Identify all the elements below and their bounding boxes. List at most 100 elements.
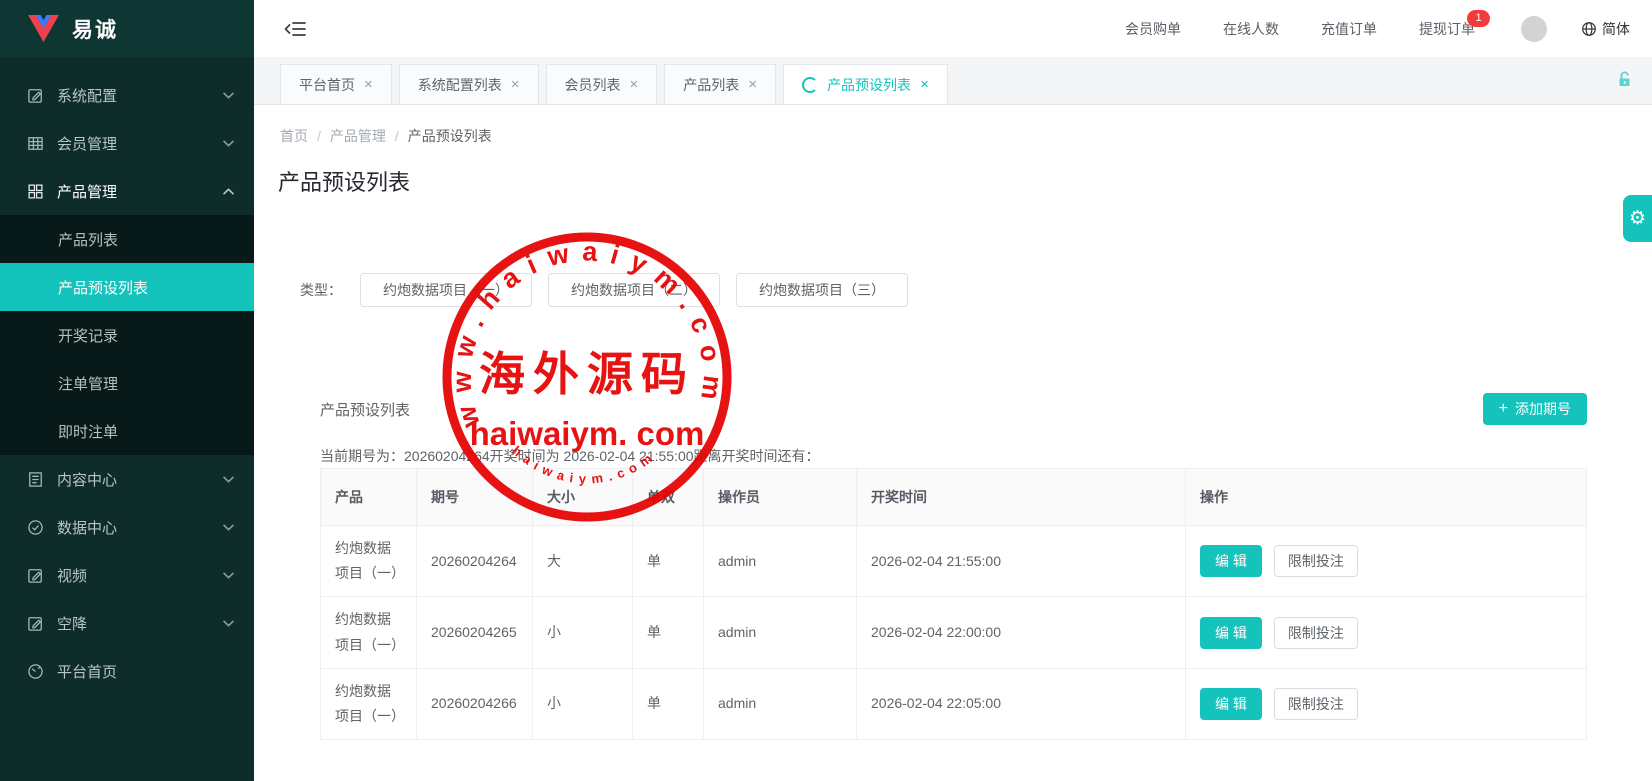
edit-button[interactable]: 编 辑 <box>1200 617 1262 649</box>
refresh-icon[interactable] <box>802 77 818 93</box>
dashboard-icon <box>26 663 44 680</box>
edit-button[interactable]: 编 辑 <box>1200 688 1262 720</box>
table-icon <box>26 135 44 152</box>
topbar-link-提现订单[interactable]: 提现订单1 <box>1419 19 1475 39</box>
issue-cell: 20260204264 <box>417 526 533 597</box>
sidebar-item-会员管理[interactable]: 会员管理 <box>0 119 254 167</box>
size-cell: 小 <box>533 668 633 739</box>
sidebar-item-label: 平台首页 <box>57 661 117 682</box>
tab-系统配置列表[interactable]: 系统配置列表× <box>399 64 539 104</box>
circle-check-icon <box>26 519 44 536</box>
lock-open-icon[interactable] <box>1615 70 1634 89</box>
grid-icon <box>26 183 44 200</box>
tab-产品预设列表[interactable]: 产品预设列表× <box>783 64 948 104</box>
column-header-产品: 产品 <box>321 469 417 526</box>
close-icon[interactable]: × <box>364 77 373 92</box>
notification-badge: 1 <box>1467 10 1490 27</box>
card-title: 产品预设列表 <box>320 399 410 420</box>
breadcrumb-item-首页[interactable]: 首页 <box>280 126 308 146</box>
sidebar-item-label: 视频 <box>57 565 87 586</box>
topbar-link-在线人数[interactable]: 在线人数 <box>1223 19 1279 39</box>
sidebar-submenu: 产品列表产品预设列表开奖记录注单管理即时注单 <box>0 215 254 455</box>
table-header-row: 产品期号大小单双操作员开奖时间操作 <box>321 469 1587 526</box>
sidebar-subitem-label: 注单管理 <box>58 373 118 394</box>
preset-table-wrap: 产品期号大小单双操作员开奖时间操作 约炮数据项目（一）20260204264大单… <box>320 468 1586 740</box>
chevron-down-icon <box>223 92 234 99</box>
limit-bet-button[interactable]: 限制投注 <box>1274 688 1358 720</box>
time-cell: 2026-02-04 21:55:00 <box>857 526 1186 597</box>
add-issue-button[interactable]: + 添加期号 <box>1483 393 1587 425</box>
sidebar-item-系统配置[interactable]: 系统配置 <box>0 71 254 119</box>
issue-cell: 20260204265 <box>417 597 533 668</box>
topbar-link-会员购单[interactable]: 会员购单 <box>1125 19 1181 39</box>
topbar-links: 会员购单 在线人数 充值订单 提现订单1 <box>1083 19 1475 39</box>
edit-square-icon <box>26 567 44 584</box>
actions-cell: 编 辑限制投注 <box>1186 597 1587 668</box>
type-option-button[interactable]: 约炮数据项目（二） <box>548 273 720 307</box>
language-label: 简体 <box>1602 19 1630 39</box>
time-cell: 2026-02-04 22:05:00 <box>857 668 1186 739</box>
type-option-button[interactable]: 约炮数据项目（三） <box>736 273 908 307</box>
product-cell: 约炮数据项目（一） <box>321 668 417 739</box>
column-header-操作: 操作 <box>1186 469 1587 526</box>
sidebar-menu: 系统配置会员管理产品管理产品列表产品预设列表开奖记录注单管理即时注单内容中心数据… <box>0 57 254 781</box>
column-header-操作员: 操作员 <box>704 469 857 526</box>
tab-label: 会员列表 <box>565 75 621 95</box>
column-header-期号: 期号 <box>417 469 533 526</box>
sidebar-subitem-label: 开奖记录 <box>58 325 118 346</box>
breadcrumb-item-产品预设列表: 产品预设列表 <box>408 126 492 146</box>
add-issue-label: 添加期号 <box>1515 399 1571 419</box>
sidebar-item-label: 内容中心 <box>57 469 117 490</box>
page-title: 产品预设列表 <box>278 165 410 197</box>
sidebar-subitem-label: 产品预设列表 <box>58 277 148 298</box>
sidebar-item-数据中心[interactable]: 数据中心 <box>0 503 254 551</box>
sidebar-subitem-开奖记录[interactable]: 开奖记录 <box>0 311 254 359</box>
brand-logo: 易诚 <box>0 0 254 57</box>
sidebar-item-label: 系统配置 <box>57 85 117 106</box>
language-switch[interactable]: 简体 <box>1581 19 1630 39</box>
breadcrumb-item-产品管理[interactable]: 产品管理 <box>330 126 386 146</box>
type-option-button[interactable]: 约炮数据项目（一） <box>360 273 532 307</box>
sidebar-subitem-产品预设列表[interactable]: 产品预设列表 <box>0 263 254 311</box>
type-filter-label: 类型： <box>300 280 342 300</box>
sidebar: 易诚 系统配置会员管理产品管理产品列表产品预设列表开奖记录注单管理即时注单内容中… <box>0 0 254 781</box>
sidebar-collapse-icon[interactable] <box>284 19 307 39</box>
sidebar-item-平台首页[interactable]: 平台首页 <box>0 647 254 695</box>
issue-cell: 20260204266 <box>417 668 533 739</box>
sidebar-subitem-即时注单[interactable]: 即时注单 <box>0 407 254 455</box>
breadcrumb: 首页/产品管理/产品预设列表 <box>280 126 492 146</box>
settings-fab[interactable]: ⚙ <box>1623 195 1652 242</box>
parity-cell: 单 <box>633 597 704 668</box>
edit-button[interactable]: 编 辑 <box>1200 545 1262 577</box>
brand-v-icon <box>28 15 59 42</box>
tab-产品列表[interactable]: 产品列表 × <box>664 64 776 104</box>
close-icon[interactable]: × <box>630 77 639 92</box>
sidebar-item-空降[interactable]: 空降 <box>0 599 254 647</box>
size-cell: 大 <box>533 526 633 597</box>
current-issue-info: 当前期号为：20260204264开奖时间为 2026-02-04 21:55:… <box>320 446 820 466</box>
table-row: 约炮数据项目（一）20260204264大单admin2026-02-04 21… <box>321 526 1587 597</box>
sidebar-subitem-注单管理[interactable]: 注单管理 <box>0 359 254 407</box>
chevron-down-icon <box>223 140 234 147</box>
limit-bet-button[interactable]: 限制投注 <box>1274 617 1358 649</box>
sidebar-item-内容中心[interactable]: 内容中心 <box>0 455 254 503</box>
sidebar-subitem-产品列表[interactable]: 产品列表 <box>0 215 254 263</box>
tab-label: 平台首页 <box>299 75 355 95</box>
sidebar-item-label: 会员管理 <box>57 133 117 154</box>
close-icon[interactable]: × <box>920 77 929 92</box>
close-icon[interactable]: × <box>748 77 757 92</box>
topbar-link-充值订单[interactable]: 充值订单 <box>1321 19 1377 39</box>
column-header-开奖时间: 开奖时间 <box>857 469 1186 526</box>
sidebar-subitem-label: 产品列表 <box>58 229 118 250</box>
tab-平台首页[interactable]: 平台首页 × <box>280 64 392 104</box>
close-icon[interactable]: × <box>511 77 520 92</box>
sidebar-item-产品管理[interactable]: 产品管理 <box>0 167 254 215</box>
avatar[interactable] <box>1521 16 1547 42</box>
column-header-大小: 大小 <box>533 469 633 526</box>
sidebar-item-视频[interactable]: 视频 <box>0 551 254 599</box>
operator-cell: admin <box>704 668 857 739</box>
tab-会员列表[interactable]: 会员列表 × <box>546 64 658 104</box>
tab-label: 产品列表 <box>683 75 739 95</box>
edit-square-icon <box>26 87 44 104</box>
limit-bet-button[interactable]: 限制投注 <box>1274 545 1358 577</box>
